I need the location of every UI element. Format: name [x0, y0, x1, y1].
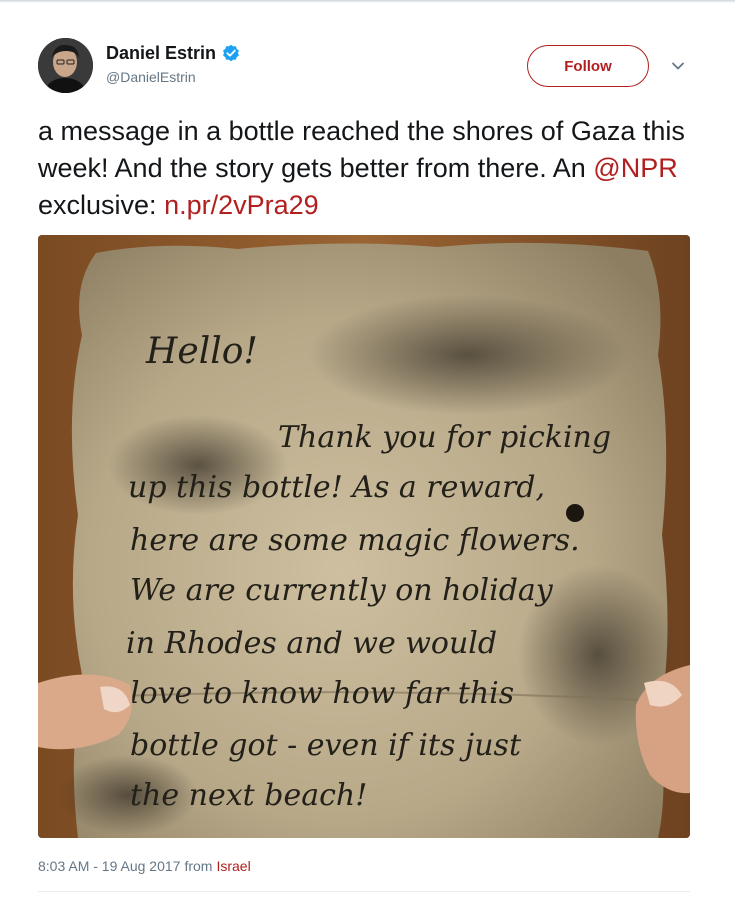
tweet-meta: 8:03 AM - 19 Aug 2017 from Israel [38, 858, 251, 874]
from-label: from [184, 858, 213, 874]
letter-line: the next beach! [130, 778, 367, 813]
verified-badge-icon [223, 44, 239, 62]
letter-line: Thank you for picking [278, 420, 611, 455]
author-handle[interactable]: @DanielEstrin [106, 69, 196, 85]
mention-link[interactable]: @NPR [593, 153, 677, 183]
letter-line: up this bottle! As a reward, [128, 470, 545, 505]
tweet-text-part2: exclusive: [38, 190, 165, 220]
tweet-text: a message in a bottle reached the shores… [38, 113, 698, 224]
location-link[interactable]: Israel [216, 858, 250, 874]
author-name-row[interactable]: Daniel Estrin [106, 41, 240, 65]
letter-line: bottle got - even if its just [130, 728, 522, 763]
letter-line: in Rhodes and we would [126, 626, 497, 661]
top-divider [0, 0, 735, 3]
timestamp[interactable]: 8:03 AM - 19 Aug 2017 [38, 858, 180, 874]
tweet-photo[interactable]: Hello! Thank you for picking up this bot… [38, 235, 690, 838]
follow-button[interactable]: Follow [527, 45, 649, 87]
letter-line: love to know how far this [130, 676, 514, 711]
author-display-name[interactable]: Daniel Estrin [106, 43, 216, 64]
letter-line: here are some magic flowers. [130, 523, 580, 558]
person-avatar-icon [38, 38, 93, 93]
url-link[interactable]: n.pr/2vPra29 [164, 190, 319, 220]
author-avatar[interactable] [38, 38, 93, 93]
letter-line: We are currently on holiday [130, 573, 554, 608]
handwritten-letter-photo: Hello! Thank you for picking up this bot… [38, 235, 690, 838]
tweet-text-part1: a message in a bottle reached the shores… [38, 116, 685, 183]
chevron-down-icon[interactable] [668, 56, 688, 76]
letter-line: Hello! [145, 331, 258, 372]
divider [38, 891, 690, 892]
